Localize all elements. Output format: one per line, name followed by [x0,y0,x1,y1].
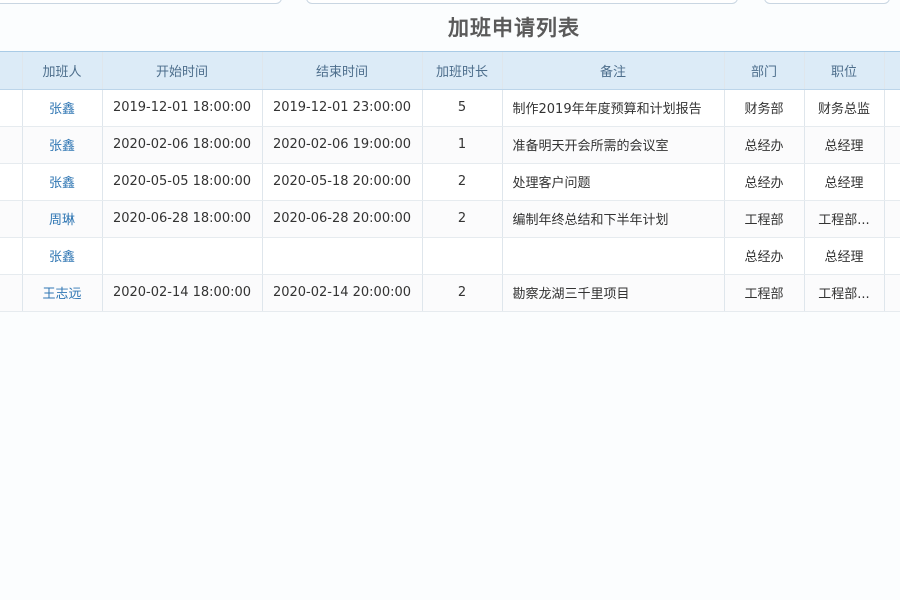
table-row[interactable]: 张鑫 2019-12-01 18:00:00 2019-12-01 23:00:… [0,89,900,127]
position-cell: 总经理 [804,126,885,164]
end-time-cell: 2019-12-01 23:00:00 [262,89,423,127]
department-cell: 财务部 [724,89,805,127]
department-cell: 总经办 [724,126,805,164]
page-title: 加班申请列表 [448,16,580,40]
header-position[interactable]: 职位 [804,52,885,90]
filter-field-1[interactable] [0,0,282,4]
filter-field-3[interactable] [764,0,890,4]
person-link[interactable]: 张鑫 [22,126,103,164]
extra-cell [884,163,900,201]
duration-cell: 1 [422,126,503,164]
table-row[interactable]: 王志远 2020-02-14 18:00:00 2020-02-14 20:00… [0,274,900,312]
end-time-cell: 2020-02-06 19:00:00 [262,126,423,164]
header-end-time[interactable]: 结束时间 [262,52,423,90]
duration-cell: 2 [422,200,503,238]
remark-cell: 准备明天开会所需的会议室 [502,126,725,164]
header-person[interactable]: 加班人 [22,52,103,90]
person-link[interactable]: 张鑫 [22,163,103,201]
table-row[interactable]: 周琳 2020-06-28 18:00:00 2020-06-28 20:00:… [0,200,900,238]
end-time-cell: 2020-05-18 20:00:00 [262,163,423,201]
position-cell: 总经理 [804,163,885,201]
start-time-cell: 2020-02-06 18:00:00 [102,126,263,164]
remark-cell: 勘察龙湖三千里项目 [502,274,725,312]
position-cell: 财务总监 [804,89,885,127]
position-cell: 总经理 [804,237,885,275]
end-time-cell [262,237,423,275]
end-time-cell: 2020-06-28 20:00:00 [262,200,423,238]
start-time-cell: 2020-05-05 18:00:00 [102,163,263,201]
extra-cell [884,274,900,312]
overtime-table: 加班人 开始时间 结束时间 加班时长 备注 部门 职位 张鑫 2019-12-0… [0,51,900,312]
table-row[interactable]: 张鑫 总经办 总经理 [0,237,900,275]
remark-cell: 制作2019年年度预算和计划报告 [502,89,725,127]
duration-cell: 2 [422,163,503,201]
person-link[interactable]: 张鑫 [22,89,103,127]
duration-cell: 2 [422,274,503,312]
header-remark[interactable]: 备注 [502,52,725,90]
header-select [0,52,23,90]
row-select-cell[interactable] [0,237,23,275]
person-link[interactable]: 王志远 [22,274,103,312]
remark-cell [502,237,725,275]
row-select-cell[interactable] [0,274,23,312]
row-select-cell[interactable] [0,126,23,164]
person-link[interactable]: 周琳 [22,200,103,238]
position-cell: 工程部... [804,274,885,312]
row-select-cell[interactable] [0,163,23,201]
extra-cell [884,200,900,238]
department-cell: 总经办 [724,163,805,201]
row-select-cell[interactable] [0,200,23,238]
extra-cell [884,89,900,127]
header-start-time[interactable]: 开始时间 [102,52,263,90]
person-link[interactable]: 张鑫 [22,237,103,275]
start-time-cell: 2020-02-14 18:00:00 [102,274,263,312]
remark-cell: 编制年终总结和下半年计划 [502,200,725,238]
start-time-cell: 2019-12-01 18:00:00 [102,89,263,127]
position-cell: 工程部... [804,200,885,238]
end-time-cell: 2020-02-14 20:00:00 [262,274,423,312]
header-department[interactable]: 部门 [724,52,805,90]
table-row[interactable]: 张鑫 2020-05-05 18:00:00 2020-05-18 20:00:… [0,163,900,201]
extra-cell [884,237,900,275]
filter-field-2[interactable] [306,0,738,4]
extra-cell [884,126,900,164]
start-time-cell [102,237,263,275]
department-cell: 工程部 [724,200,805,238]
remark-cell: 处理客户问题 [502,163,725,201]
header-extra [884,52,900,90]
duration-cell: 5 [422,89,503,127]
overtime-list-page: 加班申请列表 加班人 开始时间 结束时间 加班时长 备注 部门 职位 张鑫 20… [0,0,900,600]
duration-cell [422,237,503,275]
top-toolbar [0,0,900,4]
department-cell: 工程部 [724,274,805,312]
table-row[interactable]: 张鑫 2020-02-06 18:00:00 2020-02-06 19:00:… [0,126,900,164]
row-select-cell[interactable] [0,89,23,127]
header-duration[interactable]: 加班时长 [422,52,503,90]
table-header-row: 加班人 开始时间 结束时间 加班时长 备注 部门 职位 [0,52,900,90]
start-time-cell: 2020-06-28 18:00:00 [102,200,263,238]
department-cell: 总经办 [724,237,805,275]
